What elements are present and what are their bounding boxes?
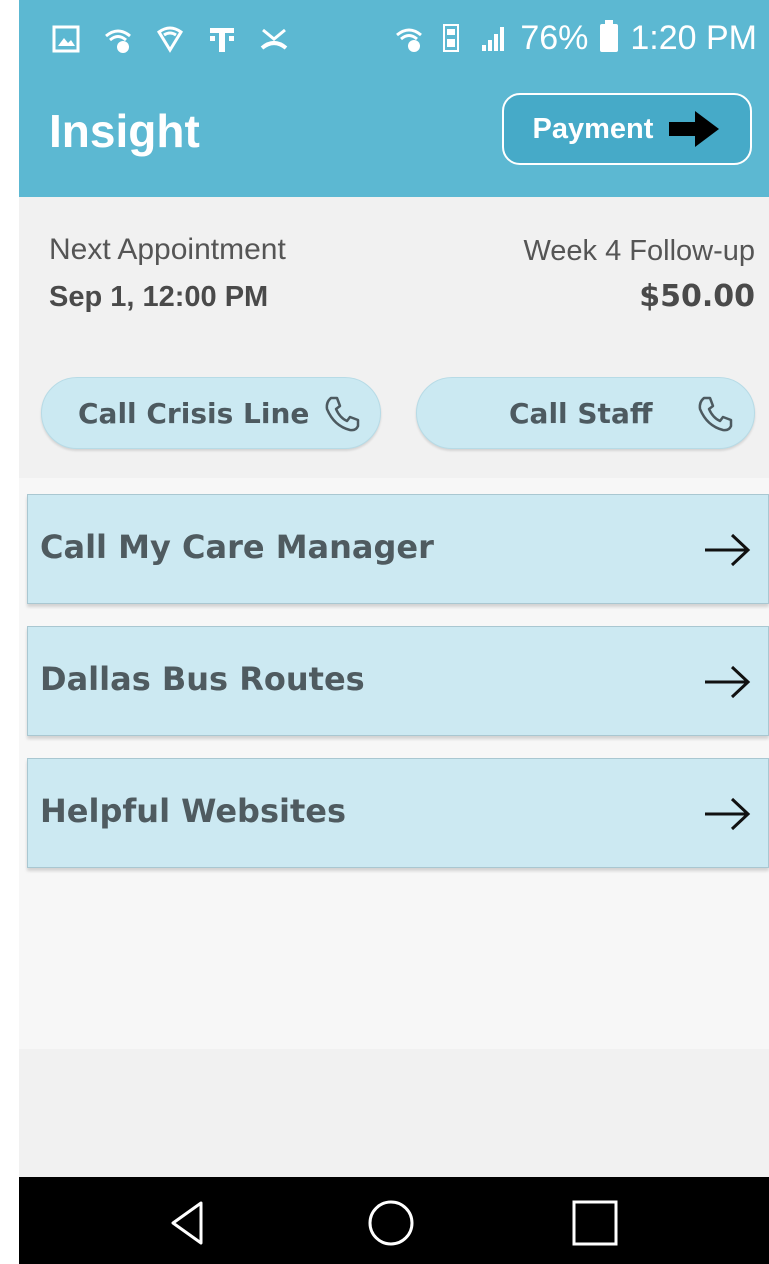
payment-button-label: Payment (532, 112, 654, 145)
menu-item-helpful-websites[interactable]: Helpful Websites (27, 758, 769, 868)
system-navigation-bar (19, 1177, 769, 1264)
data-4g-icon (443, 24, 460, 52)
wifi-icon (396, 28, 423, 52)
phone-icon (698, 396, 733, 432)
phone-icon (325, 396, 360, 432)
recent-apps-icon[interactable] (569, 1197, 621, 1249)
call-crisis-line-label: Call Crisis Line (78, 397, 310, 430)
home-icon[interactable] (365, 1197, 417, 1249)
status-icons-left (51, 22, 289, 56)
call-crisis-line-button[interactable]: Call Crisis Line (41, 377, 381, 449)
appointment-price: $50.00 (639, 279, 755, 314)
battery-percent: 76% (520, 18, 589, 57)
arrow-right-icon (705, 533, 751, 567)
app-header: 76% 1:20 PM Insight Payment (19, 0, 769, 197)
missed-call-icon (260, 28, 288, 50)
payment-button[interactable]: Payment (502, 93, 752, 165)
image-icon (52, 25, 80, 53)
next-appointment-label: Next Appointment (49, 233, 286, 266)
menu-item-label: Dallas Bus Routes (40, 660, 365, 698)
appointment-type: Week 4 Follow-up (523, 235, 755, 267)
menu-item-call-care-manager[interactable]: Call My Care Manager (27, 494, 769, 604)
status-icons-right: 76% 1:20 PM (394, 16, 757, 60)
signal-icon (482, 27, 505, 51)
status-time: 1:20 PM (630, 18, 757, 57)
wifi-call-icon (105, 29, 131, 53)
app-title: Insight (49, 105, 200, 157)
menu-item-label: Helpful Websites (40, 792, 346, 830)
status-bar: 76% 1:20 PM (19, 0, 769, 78)
app-screen: 76% 1:20 PM Insight Payment Next Appoint… (19, 0, 769, 1264)
call-staff-label: Call Staff (509, 397, 653, 430)
carrier-t-icon (210, 28, 234, 52)
arrow-right-icon (669, 111, 720, 147)
next-appointment-date: Sep 1, 12:00 PM (49, 281, 269, 313)
menu-item-label: Call My Care Manager (40, 528, 434, 566)
shield-icon (156, 26, 184, 53)
menu-item-dallas-bus-routes[interactable]: Dallas Bus Routes (27, 626, 769, 736)
call-staff-button[interactable]: Call Staff (416, 377, 755, 449)
arrow-right-icon (705, 665, 751, 699)
arrow-right-icon (705, 797, 751, 831)
battery-icon (600, 20, 619, 52)
footer-area (19, 1049, 769, 1177)
appointment-panel: Next Appointment Sep 1, 12:00 PM Week 4 … (19, 197, 769, 478)
back-icon[interactable] (161, 1197, 213, 1249)
